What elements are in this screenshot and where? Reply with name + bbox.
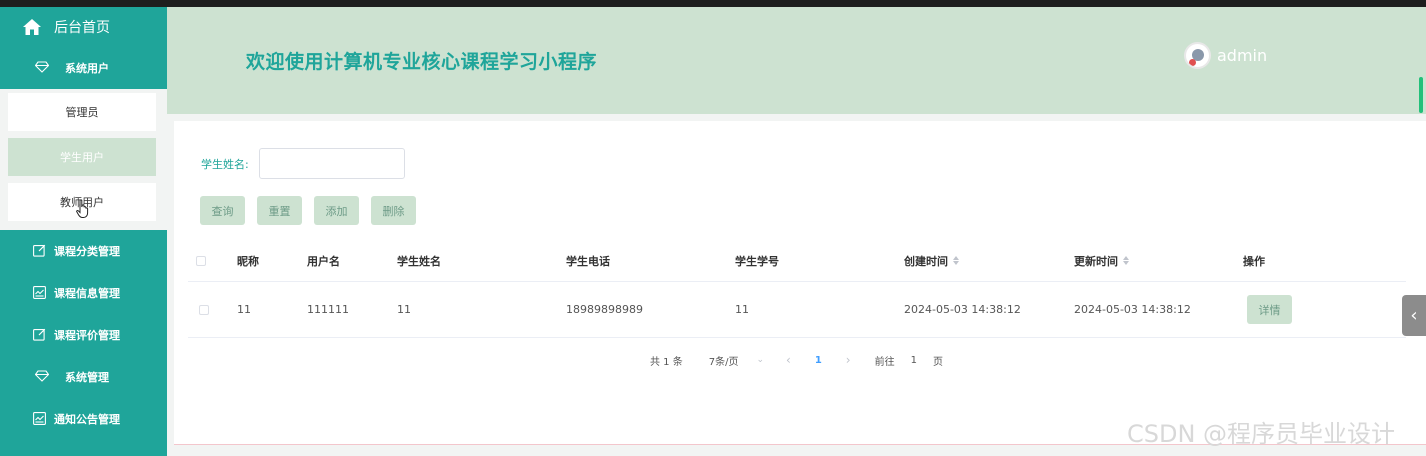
- sidebar-item-system-management[interactable]: 系统管理: [0, 356, 167, 398]
- student-table: 昵称 用户名 学生姓名 学生电话 学生学号 创建时间 更新时间 操作 11 11…: [188, 240, 1406, 338]
- sidebar-item-label: 通知公告管理: [54, 413, 120, 426]
- cell-student-no: 11: [735, 303, 749, 316]
- chart-icon: [33, 412, 47, 426]
- main-card: 学生姓名: 查询 重置 添加 删除 昵称 用户名 学生姓名 学生电话 学生学号 …: [174, 121, 1426, 445]
- watermark: CSDN @程序员毕业设计: [1127, 420, 1396, 448]
- sidebar-item-notice[interactable]: 通知公告管理: [0, 398, 167, 440]
- sidebar-item-label: 系统用户: [65, 62, 109, 75]
- column-header-sortable[interactable]: 创建时间: [904, 240, 959, 281]
- sidebar-item-label: 课程信息管理: [54, 287, 120, 300]
- table-row: 11 111111 11 18989898989 11 2024-05-03 1…: [188, 282, 1406, 338]
- collapse-tab[interactable]: ‹: [1402, 295, 1426, 336]
- cell-student-name: 11: [397, 303, 411, 316]
- action-buttons: 查询 重置 添加 删除: [200, 196, 416, 225]
- cell-action: 详情: [1247, 282, 1292, 337]
- page-size-select[interactable]: 7条/页 ⌄: [709, 353, 764, 368]
- chart-icon: [33, 286, 47, 300]
- row-select-cell: [199, 282, 209, 337]
- reset-button[interactable]: 重置: [257, 196, 302, 225]
- prev-page-icon[interactable]: ‹: [786, 353, 791, 367]
- pagination: 共 1 条 7条/页 ⌄ ‹ 1 › 前往 1 页: [650, 353, 943, 368]
- edit-icon: [33, 244, 47, 258]
- edit-icon: [33, 328, 47, 342]
- select-all-cell: [196, 240, 206, 281]
- avatar: [1184, 42, 1211, 69]
- goto-page-input[interactable]: 1: [911, 355, 917, 366]
- table-header: 昵称 用户名 学生姓名 学生电话 学生学号 创建时间 更新时间 操作: [188, 240, 1406, 282]
- user-menu[interactable]: admin: [1184, 42, 1267, 69]
- sort-icon[interactable]: [953, 256, 959, 265]
- diamond-icon: [35, 370, 49, 384]
- diamond-icon: [35, 61, 49, 75]
- column-header: 学生学号: [735, 254, 779, 268]
- sidebar-item-label: 课程分类管理: [54, 245, 120, 258]
- add-button[interactable]: 添加: [314, 196, 359, 225]
- row-checkbox[interactable]: [199, 304, 209, 315]
- cell-username: 111111: [307, 303, 349, 316]
- sidebar-item-label: 课程评价管理: [54, 329, 120, 342]
- search-label: 学生姓名:: [201, 157, 249, 171]
- hand-cursor-icon: [76, 199, 89, 218]
- sidebar-item-label: 系统管理: [65, 371, 109, 384]
- sidebar-subitem-label: 管理员: [65, 106, 99, 119]
- column-header-label: 创建时间: [904, 254, 948, 268]
- sidebar-subitem-label: 学生用户: [60, 151, 104, 164]
- detail-button[interactable]: 详情: [1247, 295, 1292, 324]
- search-bar: 学生姓名:: [201, 148, 405, 179]
- column-header: 学生姓名: [397, 254, 441, 268]
- username: admin: [1217, 46, 1268, 65]
- goto-prefix: 前往: [874, 356, 895, 368]
- scrollbar-thumb[interactable]: [1419, 77, 1423, 113]
- column-header: 昵称: [237, 254, 259, 268]
- pagination-total: 共 1 条: [650, 356, 683, 368]
- sidebar-item-system-users[interactable]: 系统用户: [0, 47, 167, 89]
- sidebar-subitem-student-users[interactable]: 学生用户: [8, 138, 156, 176]
- query-button[interactable]: 查询: [200, 196, 245, 225]
- select-all-checkbox[interactable]: [196, 255, 206, 266]
- column-header: 用户名: [307, 254, 340, 268]
- cell-nickname: 11: [237, 303, 251, 316]
- delete-button[interactable]: 删除: [371, 196, 416, 225]
- current-page[interactable]: 1: [815, 355, 822, 366]
- column-header-sortable[interactable]: 更新时间: [1074, 240, 1129, 281]
- sort-icon[interactable]: [1123, 256, 1129, 265]
- page-title: 欢迎使用计算机专业核心课程学习小程序: [246, 51, 598, 73]
- next-page-icon[interactable]: ›: [846, 353, 851, 367]
- cell-updated: 2024-05-03 14:38:12: [1074, 303, 1191, 316]
- home-icon: [23, 19, 41, 35]
- page-size-value: 7条/页: [708, 356, 739, 368]
- column-header: 操作: [1243, 254, 1265, 268]
- goto-suffix: 页: [932, 356, 943, 368]
- sidebar-home[interactable]: 后台首页: [0, 7, 167, 47]
- cell-phone: 18989898989: [566, 303, 643, 316]
- sidebar-subitem-admin[interactable]: 管理员: [8, 93, 156, 131]
- student-name-input[interactable]: [258, 148, 405, 179]
- column-header-label: 更新时间: [1074, 254, 1118, 268]
- sidebar-item-course-review[interactable]: 课程评价管理: [0, 314, 167, 356]
- header: 欢迎使用计算机专业核心课程学习小程序 admin: [167, 7, 1426, 114]
- sidebar-item-course-info[interactable]: 课程信息管理: [0, 272, 167, 314]
- column-header: 学生电话: [566, 254, 610, 268]
- sidebar: 后台首页 系统用户 管理员 学生用户 教师用户 课程分类管理 课程信息管理: [0, 7, 167, 456]
- cell-created: 2024-05-03 14:38:12: [904, 303, 1021, 316]
- sidebar-item-course-category[interactable]: 课程分类管理: [0, 230, 167, 272]
- sidebar-home-label: 后台首页: [54, 20, 110, 36]
- window-top-bar: [0, 0, 1426, 7]
- chevron-left-icon: ‹: [1410, 305, 1418, 326]
- chevron-down-icon: ⌄: [756, 355, 765, 365]
